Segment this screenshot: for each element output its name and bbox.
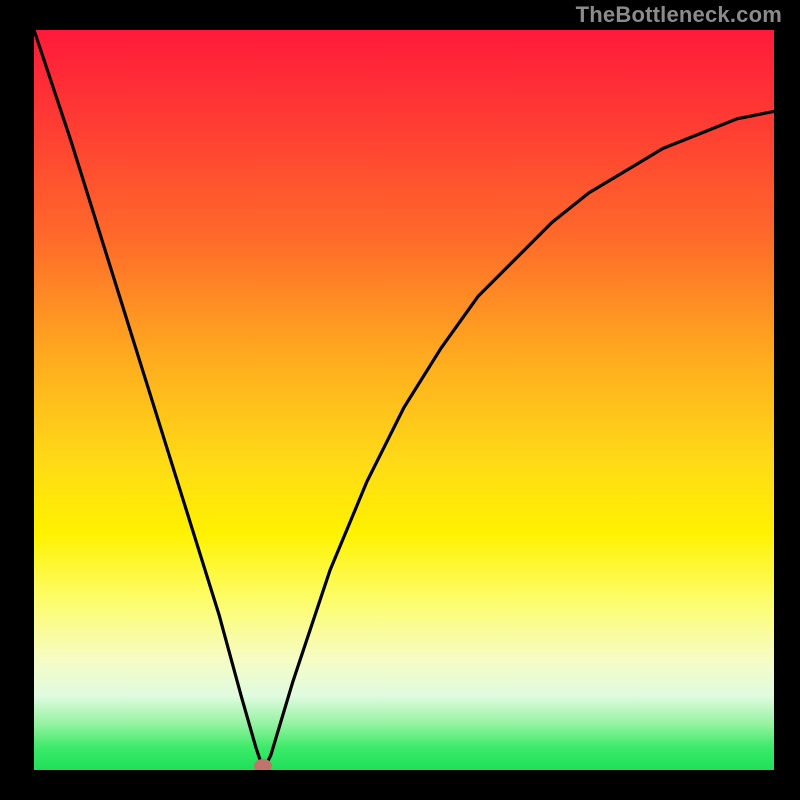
chart-frame: TheBottleneck.com xyxy=(0,0,800,800)
plot-area xyxy=(34,30,774,770)
optimum-marker xyxy=(254,759,272,770)
bottleneck-curve xyxy=(34,30,774,770)
watermark-text: TheBottleneck.com xyxy=(576,2,782,28)
